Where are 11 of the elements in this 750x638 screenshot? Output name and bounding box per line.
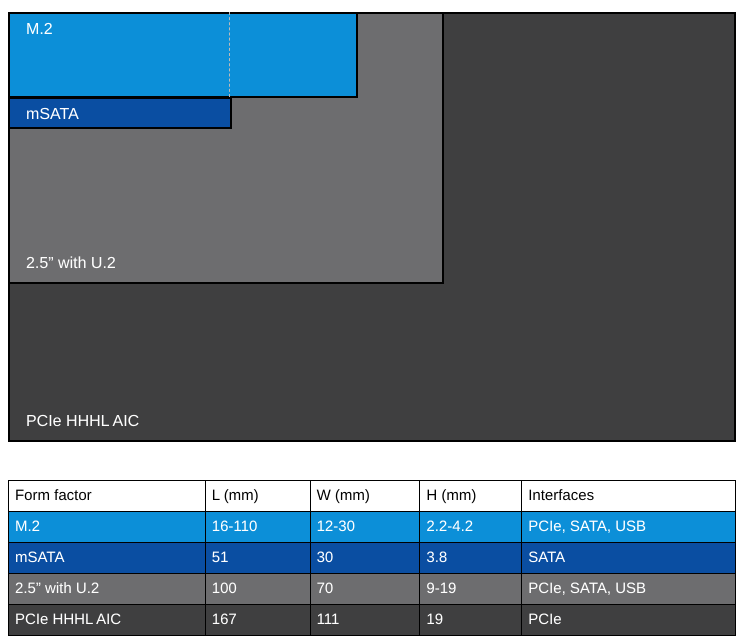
table-cell: 167 <box>205 604 310 636</box>
column-header: Interfaces <box>522 480 736 512</box>
form-factor-label: M.2 <box>25 20 53 40</box>
table-cell: PCIe <box>522 604 736 636</box>
form-factor-label: mSATA <box>25 105 79 125</box>
column-header: Form factor <box>8 480 206 512</box>
form-factor-label: PCIe HHHL AIC <box>25 412 140 432</box>
form-factor-label: 2.5” with U.2 <box>25 254 116 274</box>
table-cell: 111 <box>310 604 420 636</box>
table-cell: PCIe HHHL AIC <box>8 604 206 636</box>
table-cell: 19 <box>420 604 522 636</box>
